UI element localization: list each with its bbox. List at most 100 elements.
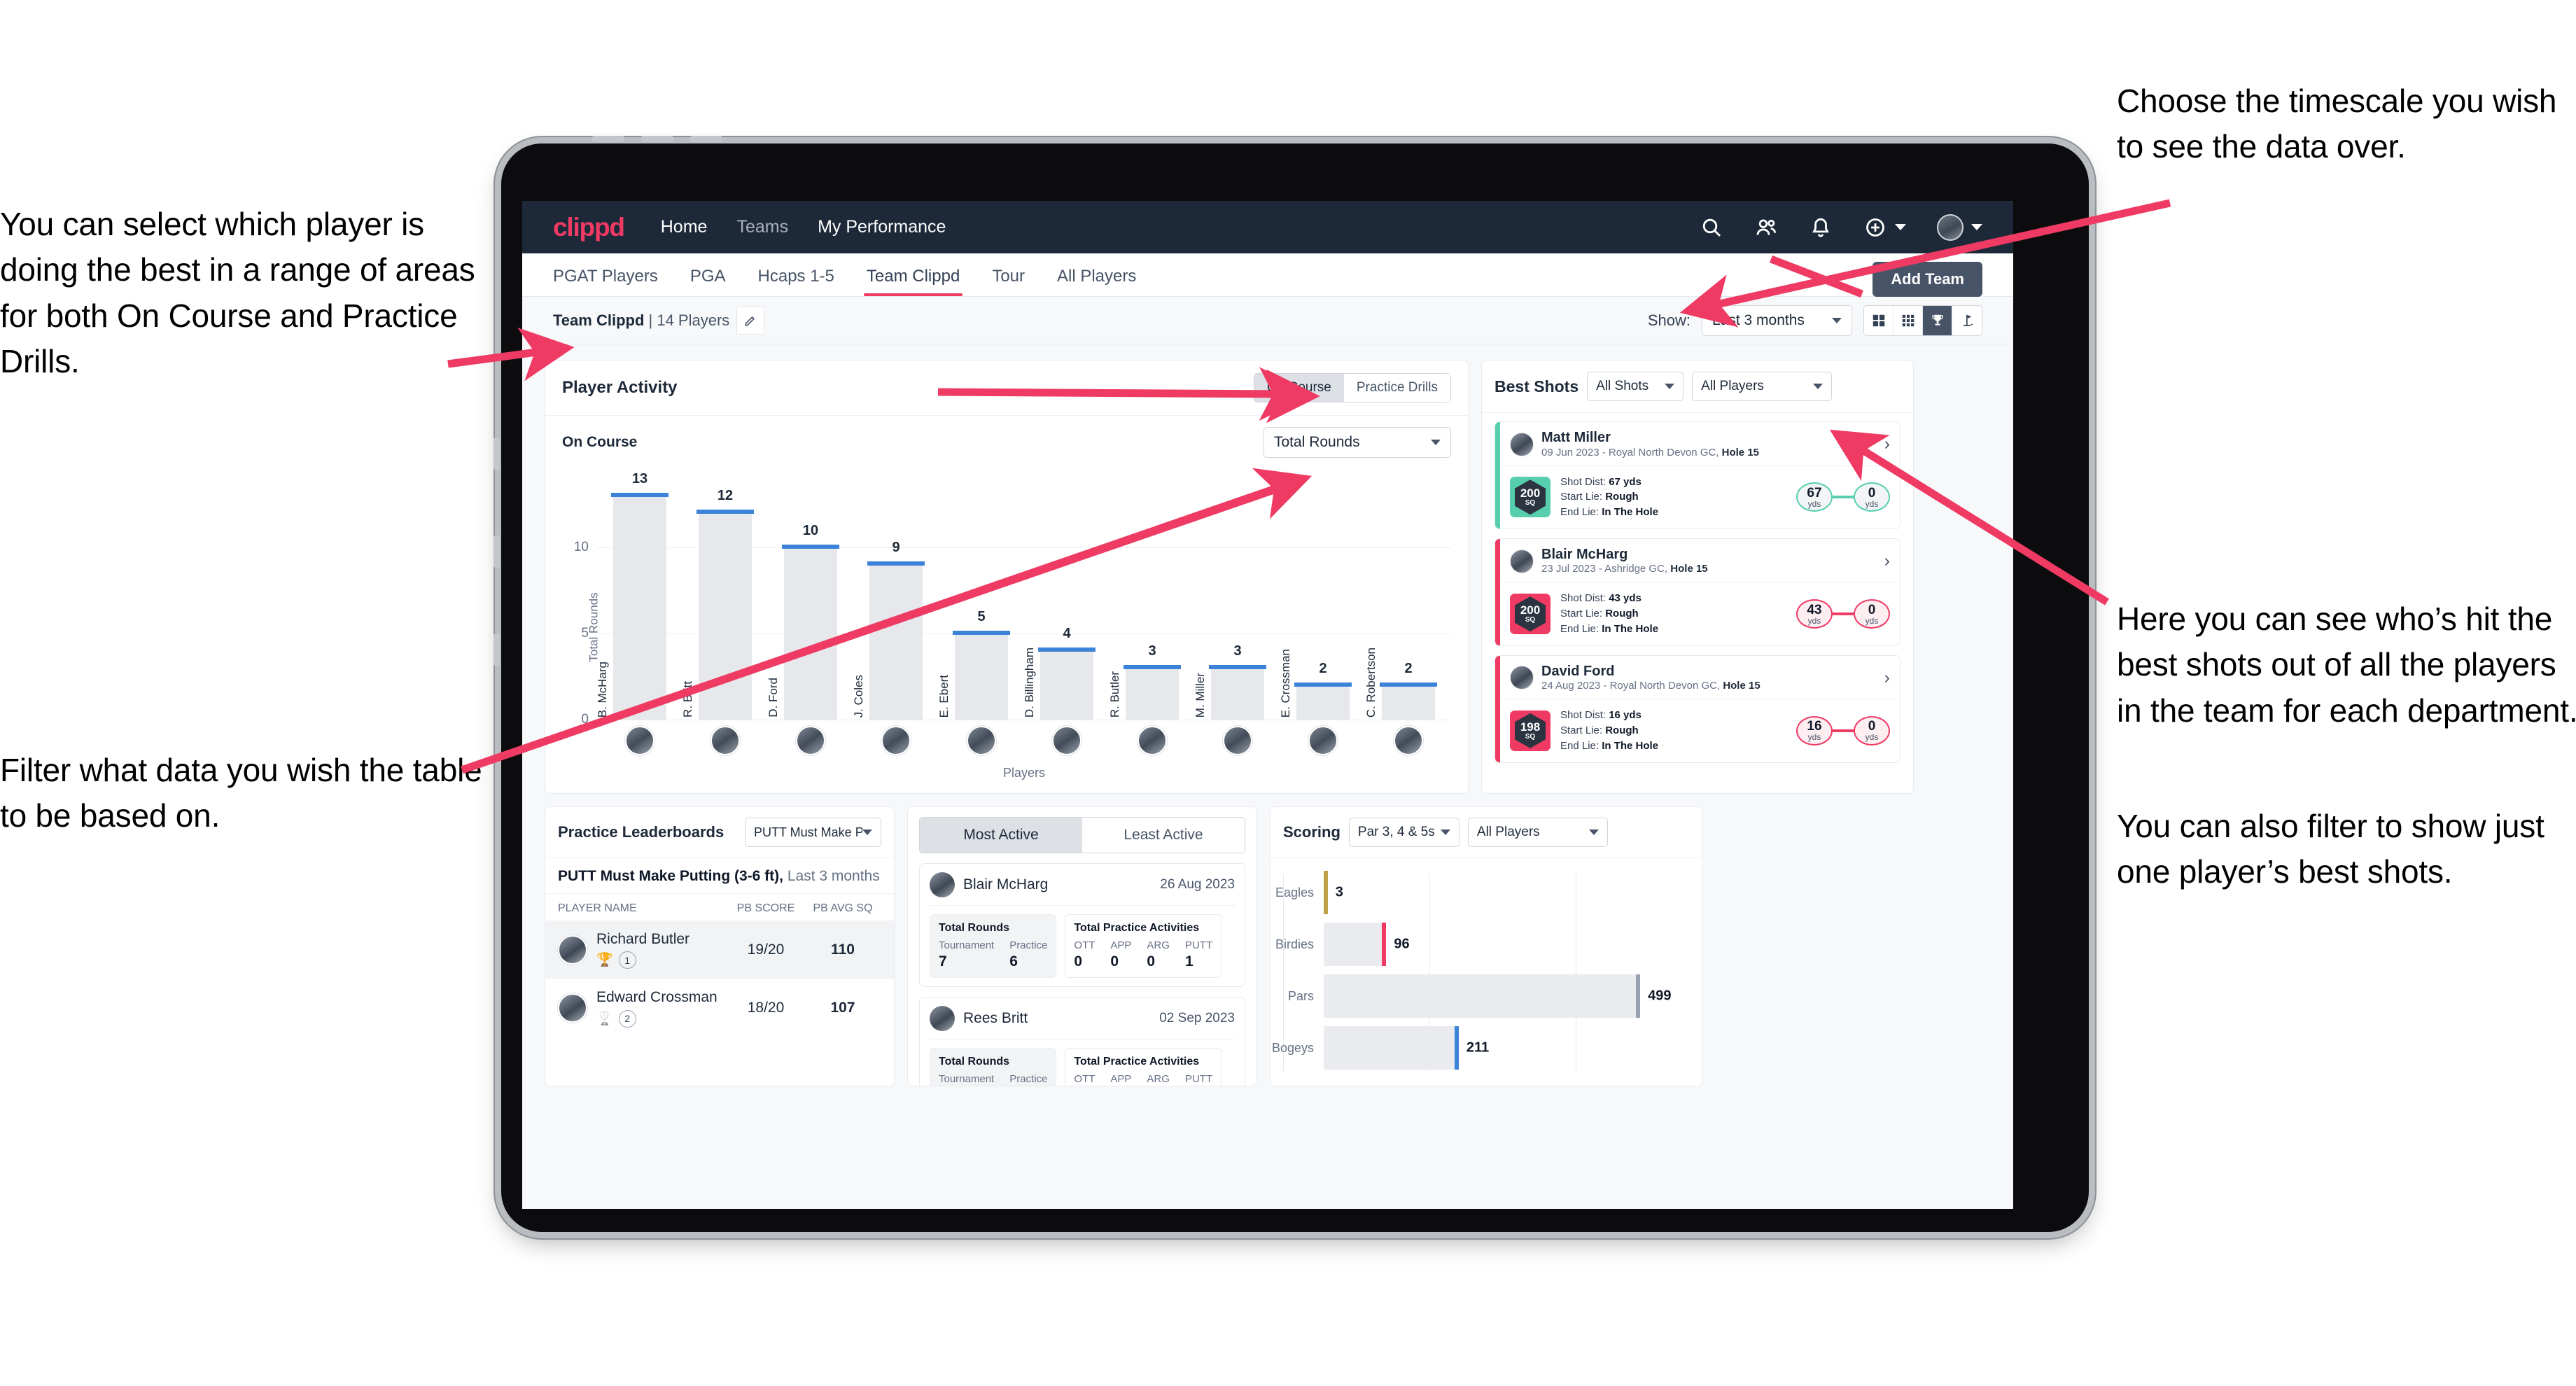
nav-link-my-performance[interactable]: My Performance bbox=[818, 217, 946, 237]
table-row[interactable]: Richard Butler 🏆 1 19/20 110 bbox=[545, 920, 894, 979]
tab-pgat-players[interactable]: PGAT Players bbox=[553, 267, 658, 296]
chart-bar-group[interactable]: 4 D. Billingham bbox=[1023, 479, 1110, 720]
avatar[interactable] bbox=[1510, 549, 1534, 573]
trophy-icon[interactable] bbox=[1923, 305, 1952, 335]
chart-bar[interactable]: 3 bbox=[1124, 643, 1181, 720]
scoring-bar-row[interactable]: Bogeys 211 bbox=[1272, 1026, 1702, 1070]
tab-tour[interactable]: Tour bbox=[992, 267, 1025, 296]
clippd-logo[interactable]: clippd bbox=[553, 213, 625, 242]
bell-icon[interactable] bbox=[1809, 216, 1833, 239]
edit-team-button[interactable] bbox=[736, 306, 765, 335]
timescale-select[interactable]: Last 3 months bbox=[1702, 304, 1852, 336]
scoring-bar-cap bbox=[1323, 871, 1328, 914]
avatar[interactable] bbox=[1308, 726, 1338, 755]
avatar[interactable] bbox=[881, 726, 911, 755]
people-icon[interactable] bbox=[1754, 216, 1778, 239]
scoring-bar-row[interactable]: Eagles 3 bbox=[1275, 871, 1702, 914]
chart-bar[interactable]: 2 bbox=[1380, 661, 1437, 720]
avatar[interactable] bbox=[967, 726, 996, 755]
scoring-bar[interactable]: 3 bbox=[1323, 871, 1343, 914]
toggle-on-course[interactable]: On Course bbox=[1254, 374, 1344, 402]
toggle-practice-drills[interactable]: Practice Drills bbox=[1343, 374, 1450, 402]
practice-leaderboards-title: Practice Leaderboards bbox=[558, 823, 724, 841]
chevron-right-icon[interactable]: › bbox=[1884, 552, 1890, 570]
chart-bar-group[interactable]: 2 C. Robertson bbox=[1364, 479, 1451, 720]
chart-bar[interactable]: 2 bbox=[1294, 661, 1352, 720]
chart-bar-group[interactable]: 3 R. Butler bbox=[1108, 479, 1195, 720]
plus-circle-icon[interactable] bbox=[1863, 216, 1887, 239]
scoring-bar-row[interactable]: Birdies 96 bbox=[1275, 923, 1702, 966]
tab-most-active[interactable]: Most Active bbox=[920, 818, 1082, 853]
nav-link-home[interactable]: Home bbox=[661, 217, 708, 237]
scoring-player-filter[interactable]: All Players bbox=[1467, 818, 1608, 847]
avatar[interactable] bbox=[1937, 214, 1963, 241]
shot-header: Blair McHarg 23 Jul 2023 - Ashridge GC, H… bbox=[1500, 539, 1900, 583]
end-lie-line: End Lie: In The Hole bbox=[1560, 622, 1658, 637]
chart-bar[interactable]: 3 bbox=[1209, 643, 1266, 720]
table-row[interactable]: Edward Crossman 🏆 2 18/20 107 bbox=[545, 979, 894, 1037]
avatar[interactable] bbox=[930, 872, 955, 897]
best-shot-item[interactable]: Matt Miller 09 Jun 2023 - Royal North Dev… bbox=[1494, 421, 1900, 529]
avatar[interactable] bbox=[558, 934, 587, 965]
scoring-bar[interactable]: 211 bbox=[1324, 1026, 1489, 1070]
avatar[interactable] bbox=[1394, 726, 1423, 755]
chart-bar-group[interactable]: 13 B. McHarg bbox=[596, 471, 682, 720]
best-shot-item[interactable]: David Ford 24 Aug 2023 - Royal North Devo… bbox=[1494, 654, 1900, 763]
avatar[interactable] bbox=[796, 726, 825, 755]
stat-key: OTT bbox=[1074, 1073, 1096, 1085]
grid-small-icon[interactable] bbox=[1893, 305, 1923, 335]
chart-bar-group[interactable]: 10 D. Ford bbox=[766, 479, 853, 720]
chart-bar-group[interactable]: 12 R. Britt bbox=[681, 479, 768, 720]
tab-all-players[interactable]: All Players bbox=[1057, 267, 1136, 296]
scoring-bar-row[interactable]: Pars 499 bbox=[1288, 974, 1702, 1018]
profile-menu[interactable] bbox=[1937, 214, 1982, 241]
chart-bar[interactable]: 12 bbox=[696, 488, 754, 720]
best-shot-item[interactable]: Blair McHarg 23 Jul 2023 - Ashridge GC, H… bbox=[1494, 538, 1900, 646]
avatar[interactable] bbox=[1223, 726, 1252, 755]
chart-bar-group[interactable]: 5 E. Ebert bbox=[937, 479, 1024, 720]
avatar[interactable] bbox=[1510, 432, 1534, 456]
scoring-bar[interactable]: 96 bbox=[1324, 923, 1410, 966]
chart-bar-group[interactable]: 2 E. Crossman bbox=[1279, 479, 1366, 720]
activity-ranking-card: Most Active Least Active Blair McHarg 26 … bbox=[907, 806, 1257, 1086]
chart-bar[interactable]: 9 bbox=[867, 540, 925, 720]
add-menu[interactable] bbox=[1863, 216, 1906, 239]
tab-pga[interactable]: PGA bbox=[690, 267, 726, 296]
best-shots-player-filter[interactable]: All Players bbox=[1692, 372, 1833, 401]
chevron-right-icon[interactable]: › bbox=[1884, 435, 1890, 453]
shot-dist-line: Shot Dist: 16 yds bbox=[1560, 708, 1658, 723]
tab-team-clippd[interactable]: Team Clippd bbox=[863, 267, 963, 296]
avatar[interactable] bbox=[710, 726, 740, 755]
add-team-button[interactable]: Add Team bbox=[1872, 262, 1982, 297]
tab-least-active[interactable]: Least Active bbox=[1082, 818, 1245, 853]
scoring-bar[interactable]: 499 bbox=[1324, 974, 1671, 1018]
chevron-right-icon[interactable]: › bbox=[1884, 668, 1890, 687]
avatar[interactable] bbox=[1510, 666, 1534, 690]
avatar[interactable] bbox=[1138, 726, 1167, 755]
flag-icon[interactable] bbox=[1952, 306, 1982, 335]
stat-value: 6 bbox=[1009, 953, 1018, 969]
avatar[interactable] bbox=[558, 993, 587, 1023]
scoring-bar-cap bbox=[1382, 923, 1387, 966]
chart-bar[interactable]: 5 bbox=[953, 609, 1010, 720]
badge-value: 200 bbox=[1520, 486, 1541, 500]
avatar[interactable] bbox=[1052, 726, 1082, 755]
chart-bar[interactable]: 10 bbox=[782, 523, 839, 720]
chart-bar[interactable]: 13 bbox=[611, 471, 668, 720]
search-icon[interactable] bbox=[1700, 216, 1723, 239]
grid-large-icon[interactable] bbox=[1864, 305, 1893, 335]
nav-link-teams[interactable]: Teams bbox=[736, 217, 788, 237]
list-item[interactable]: Rees Britt 02 Sep 2023 Total Rounds Tournam… bbox=[919, 997, 1245, 1086]
tab-hcaps-1-5[interactable]: Hcaps 1-5 bbox=[758, 267, 834, 296]
avatar[interactable] bbox=[930, 1006, 955, 1031]
list-item[interactable]: Blair McHarg 26 Aug 2023 Total Rounds Tourn… bbox=[919, 863, 1245, 987]
scoring-par-filter[interactable]: Par 3, 4 & 5s bbox=[1348, 818, 1460, 847]
best-shots-shot-filter[interactable]: All Shots bbox=[1587, 372, 1684, 401]
chart-bar-group[interactable]: 3 M. Miller bbox=[1194, 479, 1280, 720]
shot-identity: Matt Miller 09 Jun 2023 - Royal North Dev… bbox=[1541, 430, 1759, 459]
metric-select[interactable]: Total Rounds bbox=[1264, 427, 1451, 458]
drill-select[interactable]: PUTT Must Make Putting ... bbox=[745, 818, 881, 847]
chart-bar[interactable]: 4 bbox=[1038, 626, 1096, 720]
avatar[interactable] bbox=[625, 726, 654, 755]
chart-bar-group[interactable]: 9 J. Coles bbox=[852, 479, 939, 720]
